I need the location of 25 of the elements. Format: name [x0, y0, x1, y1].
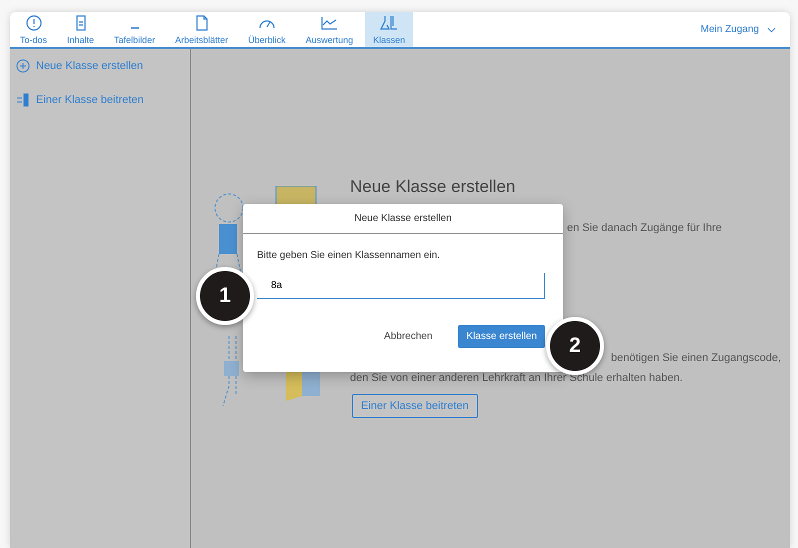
sidebar-item[interactable]: Einer Klasse beitreten [10, 89, 190, 111]
nav-tab[interactable]: Tafelbilder [106, 12, 164, 47]
nav-tab[interactable]: Klassen [365, 12, 414, 47]
line-chart-icon [319, 15, 340, 31]
sidebar-item[interactable]: Neue Klasse erstellen [10, 55, 190, 77]
description-text: en Sie danach Zugänge für Ihre [567, 222, 722, 234]
nav-tab[interactable]: Überblick [240, 12, 294, 47]
join-class-button[interactable]: Einer Klasse beitreten [352, 394, 478, 418]
nav-tab[interactable]: Arbeitsblätter [167, 12, 236, 47]
nav-tab[interactable]: Auswertung [298, 12, 362, 47]
class-name-field[interactable]: 8a [257, 273, 545, 299]
section-heading: Neue Klasse erstellen [350, 177, 516, 197]
plus-circle-icon [16, 59, 30, 73]
door-icon [16, 93, 30, 107]
cancel-button[interactable]: Abbrechen [378, 325, 438, 348]
flask-icon [379, 15, 400, 31]
dialog-title: Neue Klasse erstellen [243, 204, 563, 234]
alert-icon [24, 15, 44, 31]
description-text: benötigen Sie einen Zugangscode, [611, 352, 782, 364]
account-menu[interactable]: Mein Zugang [694, 12, 790, 47]
nav-tab[interactable]: Inhalte [59, 12, 102, 47]
nav-tab[interactable]: To-dos [12, 12, 56, 47]
chevron-down-icon [767, 26, 776, 32]
create-class-button[interactable]: Klasse erstellen [458, 325, 545, 348]
prompt-text: Bitte geben Sie einen Klassennamen ein. [257, 250, 441, 261]
